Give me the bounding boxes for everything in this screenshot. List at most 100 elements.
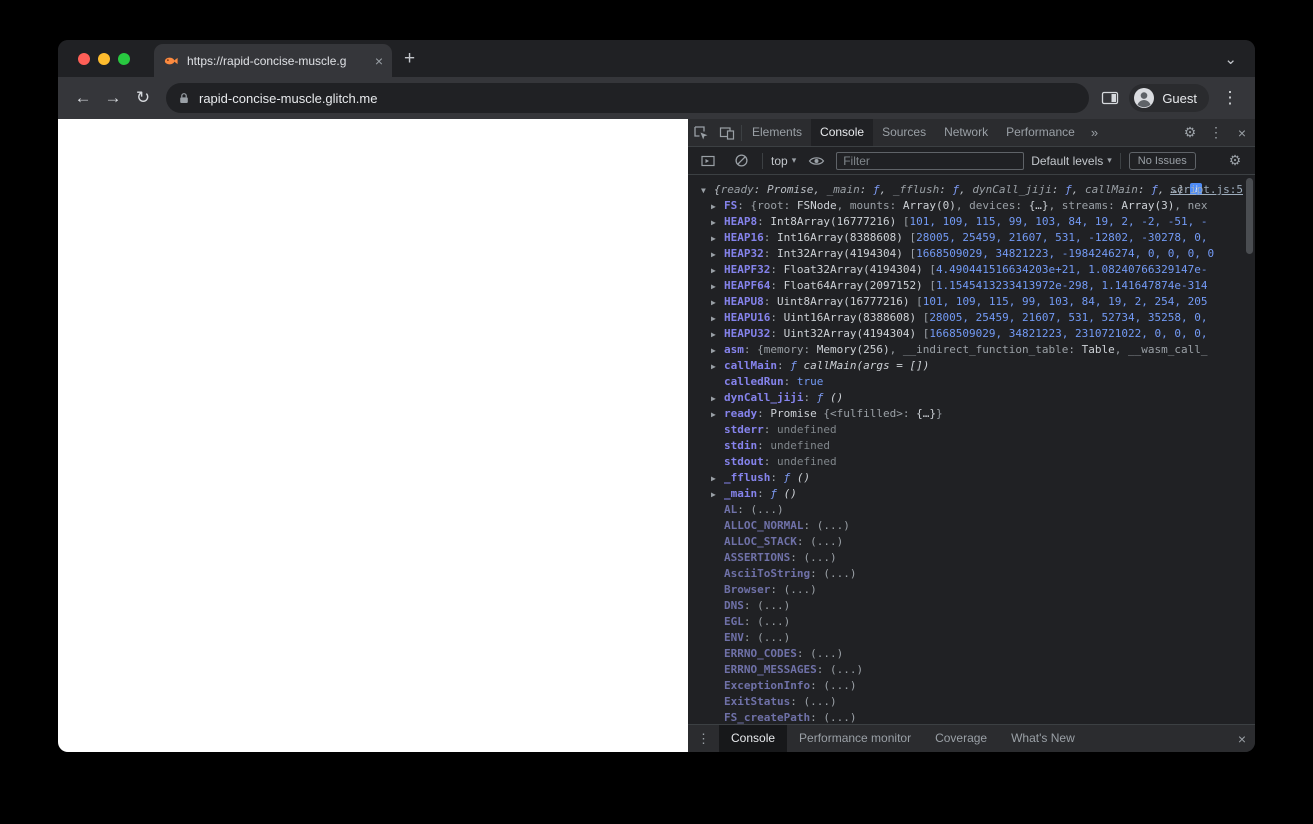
console-line: ▶ HEAP8: Int8Array(16777216) [101, 109, 1… <box>688 214 1255 230</box>
reload-button[interactable]: ↻ <box>128 83 158 113</box>
console-line: ENV: (...) <box>688 630 1255 646</box>
getter-ellipsis[interactable]: (...) <box>823 567 856 580</box>
drawer-tab-performance-monitor[interactable]: Performance monitor <box>787 725 923 752</box>
console-text: : <box>763 231 777 244</box>
console-settings-gear-icon[interactable]: ⚙ <box>1222 152 1248 169</box>
content-area: Elements Console Sources Network Performance… <box>58 119 1255 752</box>
devtools-settings-gear-icon[interactable]: ⚙ <box>1177 124 1203 141</box>
console-text: ASSERTIONS <box>724 551 791 564</box>
clear-console-icon[interactable] <box>728 147 754 174</box>
expand-arrow-icon[interactable]: ▶ <box>711 199 724 214</box>
getter-ellipsis[interactable]: (...) <box>751 503 784 516</box>
drawer-tab-coverage[interactable]: Coverage <box>923 725 999 752</box>
devtools-tab-elements[interactable]: Elements <box>743 119 811 146</box>
console-line: ▶ _main: ƒ () <box>688 486 1255 502</box>
expand-arrow-icon[interactable]: ▶ <box>711 311 724 326</box>
expand-arrow-icon[interactable]: ▶ <box>711 327 724 342</box>
console-text: ERRNO_MESSAGES <box>724 663 817 676</box>
console-text: : <box>763 455 777 468</box>
console-text: dynCall_jiji <box>972 183 1052 196</box>
console-text: , __indirect_function_table: <box>889 343 1082 356</box>
console-text: : <box>939 183 953 196</box>
traffic-light-minimize-button[interactable] <box>98 52 110 65</box>
expand-arrow-icon[interactable]: ▶ <box>711 247 724 262</box>
console-text: ERRNO_CODES <box>724 647 797 660</box>
side-panel-button[interactable] <box>1097 85 1123 112</box>
devtools-tab-sources[interactable]: Sources <box>873 119 935 146</box>
console-text: ƒ <box>1151 183 1158 196</box>
profile-chip[interactable]: Guest <box>1129 84 1209 112</box>
devtools-tab-network[interactable]: Network <box>935 119 997 146</box>
devtools-tab-console[interactable]: Console <box>811 119 874 146</box>
devtools-tab-performance[interactable]: Performance <box>997 119 1084 146</box>
getter-ellipsis[interactable]: (...) <box>757 615 790 628</box>
console-sidebar-icon[interactable] <box>695 147 721 174</box>
address-bar[interactable]: rapid-concise-muscle.glitch.me <box>166 83 1090 113</box>
getter-ellipsis[interactable]: (...) <box>810 647 843 660</box>
getter-ellipsis[interactable]: (...) <box>823 711 856 724</box>
getter-ellipsis[interactable]: (...) <box>757 631 790 644</box>
getter-ellipsis[interactable]: (...) <box>817 519 850 532</box>
drawer-close-icon[interactable]: × <box>1229 731 1255 747</box>
expand-arrow-icon[interactable]: ▶ <box>711 359 724 374</box>
console-line: stdout: undefined <box>688 454 1255 470</box>
console-text: callMain <box>724 359 777 372</box>
issues-counter-button[interactable]: No Issues <box>1128 151 1196 170</box>
source-link[interactable]: script.js:5 <box>1170 182 1243 198</box>
getter-ellipsis[interactable]: (...) <box>784 583 817 596</box>
divider <box>741 124 742 141</box>
browser-tab[interactable]: https://rapid-concise-muscle.g × <box>154 44 392 77</box>
expand-arrow-icon[interactable]: ▼ <box>701 183 714 198</box>
back-button[interactable]: ← <box>68 83 98 113</box>
console-text: () <box>783 487 797 500</box>
expand-arrow-icon[interactable]: ▶ <box>711 279 724 294</box>
getter-ellipsis[interactable]: (...) <box>830 663 863 676</box>
device-toolbar-icon[interactable] <box>714 119 740 146</box>
console-filter-input[interactable] <box>836 151 1025 170</box>
drawer-tab-what-s-new[interactable]: What's New <box>999 725 1087 752</box>
expand-arrow-icon[interactable]: ▶ <box>711 295 724 310</box>
tab-strip: https://rapid-concise-muscle.g × + ⌄ <box>58 40 1255 77</box>
tab-title: https://rapid-concise-muscle.g <box>187 53 347 68</box>
console-text: : <box>770 311 784 324</box>
devtools-menu-icon[interactable]: ⋮ <box>1203 124 1229 141</box>
drawer-menu-icon[interactable]: ⋮ <box>688 731 719 747</box>
tab-close-icon[interactable]: × <box>375 54 383 68</box>
expand-arrow-icon[interactable]: ▶ <box>711 407 724 422</box>
console-line: ▶ _fflush: ƒ () <box>688 470 1255 486</box>
javascript-context-dropdown[interactable]: top ▾ <box>771 154 796 168</box>
console-text: : <box>803 391 817 404</box>
getter-ellipsis[interactable]: (...) <box>803 551 836 564</box>
expand-arrow-icon[interactable]: ▶ <box>711 471 724 486</box>
new-tab-button[interactable]: + <box>404 48 415 70</box>
console-text: Int8Array(16777216) <box>770 215 903 228</box>
console-line: Browser: (...) <box>688 582 1255 598</box>
devtools-close-icon[interactable]: × <box>1229 125 1255 141</box>
expand-arrow-icon[interactable]: ▶ <box>711 231 724 246</box>
expand-arrow-icon[interactable]: ▶ <box>711 215 724 230</box>
expand-arrow-icon[interactable]: ▶ <box>711 487 724 502</box>
console-line: ▶ HEAPU32: Uint32Array(4194304) [16685090… <box>688 326 1255 342</box>
getter-ellipsis[interactable]: (...) <box>803 695 836 708</box>
tab-strip-chevron-icon[interactable]: ⌄ <box>1224 50 1237 68</box>
traffic-light-close-button[interactable] <box>78 52 90 65</box>
getter-ellipsis[interactable]: (...) <box>757 599 790 612</box>
getter-ellipsis[interactable]: (...) <box>810 535 843 548</box>
console-text: : <box>770 471 784 484</box>
expand-arrow-icon[interactable]: ▶ <box>711 343 724 358</box>
drawer-tab-console[interactable]: Console <box>719 725 788 752</box>
log-levels-dropdown[interactable]: Default levels ▾ <box>1031 154 1112 168</box>
more-panels-button[interactable]: » <box>1084 125 1105 140</box>
console-text: HEAPU32 <box>724 327 771 340</box>
expand-arrow-icon[interactable]: ▶ <box>711 263 724 278</box>
traffic-light-maximize-button[interactable] <box>118 52 130 65</box>
forward-button[interactable]: → <box>98 83 128 113</box>
expand-arrow-icon[interactable]: ▶ <box>711 391 724 406</box>
live-expression-eye-icon[interactable] <box>803 147 829 174</box>
inspect-element-icon[interactable] <box>688 119 714 146</box>
browser-toolbar: ← → ↻ rapid-concise-muscle.glitch.me Gue… <box>58 77 1255 119</box>
console-text: _main <box>724 487 758 500</box>
arrow-spacer <box>711 647 724 662</box>
getter-ellipsis[interactable]: (...) <box>823 679 856 692</box>
browser-menu-button[interactable]: ⋮ <box>1215 83 1245 113</box>
